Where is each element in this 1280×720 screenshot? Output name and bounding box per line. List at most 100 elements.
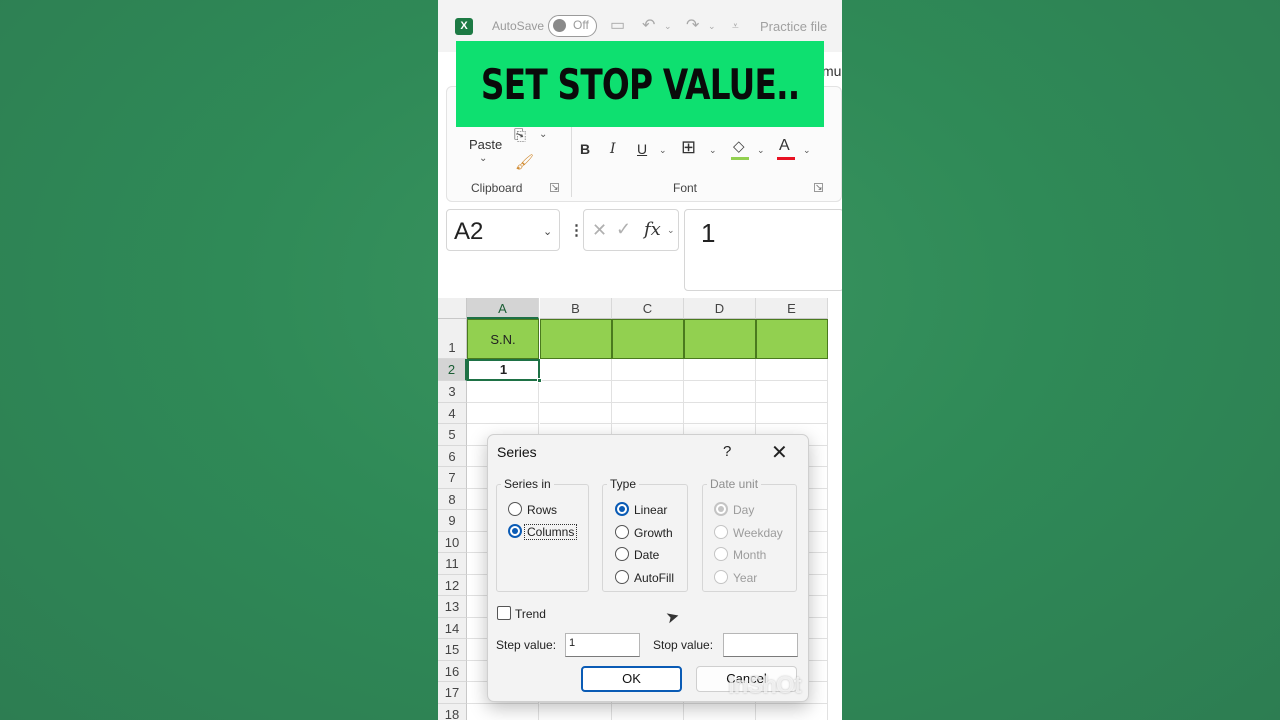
row-header-1[interactable]: 1: [438, 319, 467, 359]
ribbon-tab-fragment[interactable]: mu: [822, 63, 841, 79]
bold-button[interactable]: B: [580, 141, 590, 157]
fill-handle[interactable]: [537, 378, 542, 383]
cell-a18[interactable]: [467, 703, 539, 720]
column-header-c[interactable]: C: [612, 298, 684, 319]
row-header-16[interactable]: 16: [438, 660, 467, 682]
row-header-7[interactable]: 7: [438, 467, 467, 489]
header-cell-a1[interactable]: S.N.: [467, 319, 539, 359]
undo-icon[interactable]: ↶: [642, 15, 655, 35]
close-button[interactable]: ✕: [771, 440, 788, 465]
confirm-entry-icon[interactable]: ✓: [616, 219, 631, 240]
row-header-12[interactable]: 12: [438, 574, 467, 596]
save-icon[interactable]: ▭: [610, 15, 625, 35]
row-header-14[interactable]: 14: [438, 617, 467, 639]
cell-d2[interactable]: [684, 359, 756, 381]
cancel-entry-icon[interactable]: ✕: [592, 220, 607, 241]
rows-label[interactable]: Rows: [527, 503, 557, 517]
cell-d4[interactable]: [684, 402, 756, 424]
copy-chevron-icon[interactable]: ⌄: [539, 129, 547, 140]
cell-b18[interactable]: [540, 703, 612, 720]
italic-button[interactable]: I: [610, 141, 616, 157]
header-cell-c1[interactable]: [612, 319, 684, 359]
row-header-18[interactable]: 18: [438, 703, 467, 720]
date-radio[interactable]: [615, 547, 629, 561]
growth-label[interactable]: Growth: [634, 526, 673, 540]
cell-e2[interactable]: [756, 359, 828, 381]
column-header-e[interactable]: E: [756, 298, 828, 319]
copy-icon[interactable]: ⎘: [514, 127, 526, 144]
header-cell-d1[interactable]: [684, 319, 756, 359]
stop-value-input[interactable]: [723, 633, 798, 657]
row-header-3[interactable]: 3: [438, 381, 467, 403]
row-header-11[interactable]: 11: [438, 553, 467, 575]
paste-chevron-icon[interactable]: ⌄: [479, 153, 487, 164]
formula-input[interactable]: 1: [684, 209, 842, 291]
cell-e18[interactable]: [756, 703, 828, 720]
columns-radio[interactable]: [508, 524, 522, 538]
font-color-icon[interactable]: A: [779, 137, 790, 155]
row-header-15[interactable]: 15: [438, 639, 467, 661]
autofill-radio[interactable]: [615, 570, 629, 584]
header-cell-b1[interactable]: [540, 319, 612, 359]
row-header-2[interactable]: 2: [438, 359, 467, 381]
cell-c3[interactable]: [612, 381, 684, 403]
insert-function-button[interactable]: fx: [644, 219, 661, 240]
fill-color-chevron-icon[interactable]: ⌄: [757, 145, 765, 156]
linear-radio[interactable]: [615, 502, 629, 516]
cell-e4[interactable]: [756, 402, 828, 424]
underline-button[interactable]: U: [637, 141, 647, 157]
paste-button[interactable]: Paste: [469, 137, 502, 152]
row-header-6[interactable]: 6: [438, 445, 467, 467]
redo-chevron-icon[interactable]: ⌄: [708, 21, 716, 32]
clipboard-launcher-icon[interactable]: ↘: [550, 183, 559, 192]
active-cell-a2[interactable]: 1: [467, 359, 540, 381]
cell-d18[interactable]: [684, 703, 756, 720]
column-header-b[interactable]: B: [540, 298, 612, 319]
cell-d3[interactable]: [684, 381, 756, 403]
row-header-5[interactable]: 5: [438, 424, 467, 446]
help-button[interactable]: ?: [723, 443, 731, 460]
font-color-chevron-icon[interactable]: ⌄: [803, 145, 811, 156]
underline-chevron-icon[interactable]: ⌄: [659, 145, 667, 156]
name-box[interactable]: A2 ⌄: [446, 209, 560, 251]
function-chevron-icon[interactable]: ⌄: [667, 225, 675, 236]
font-launcher-icon[interactable]: ↘: [814, 183, 823, 192]
trend-checkbox[interactable]: [497, 606, 511, 620]
name-box-chevron-icon[interactable]: ⌄: [543, 225, 552, 238]
linear-label[interactable]: Linear: [634, 503, 667, 517]
fill-color-icon[interactable]: ◇: [733, 137, 745, 155]
columns-label[interactable]: Columns: [524, 524, 578, 540]
date-label[interactable]: Date: [634, 548, 659, 562]
cell-a4[interactable]: [467, 402, 539, 424]
redo-icon[interactable]: ↷: [686, 15, 699, 35]
step-value-input[interactable]: 1: [565, 633, 640, 657]
row-header-4[interactable]: 4: [438, 402, 467, 424]
undo-chevron-icon[interactable]: ⌄: [664, 21, 672, 32]
borders-chevron-icon[interactable]: ⌄: [709, 145, 717, 156]
row-header-8[interactable]: 8: [438, 488, 467, 510]
borders-icon[interactable]: ⊞: [681, 137, 696, 158]
cell-c18[interactable]: [612, 703, 684, 720]
cell-c4[interactable]: [612, 402, 684, 424]
row-header-17[interactable]: 17: [438, 682, 467, 704]
trend-label[interactable]: Trend: [515, 607, 546, 621]
ok-button[interactable]: OK: [581, 666, 682, 692]
autosave-toggle[interactable]: Off: [548, 15, 597, 37]
rows-radio[interactable]: [508, 502, 522, 516]
row-header-9[interactable]: 9: [438, 510, 467, 532]
customize-toolbar-icon[interactable]: ⩡: [732, 19, 739, 34]
cell-b2[interactable]: [540, 359, 612, 381]
more-options-icon[interactable]: ⋮: [569, 221, 584, 239]
header-cell-e1[interactable]: [756, 319, 828, 359]
column-header-a[interactable]: A: [467, 298, 539, 319]
growth-radio[interactable]: [615, 525, 629, 539]
cell-a3[interactable]: [467, 381, 539, 403]
column-header-d[interactable]: D: [684, 298, 756, 319]
format-painter-icon[interactable]: 🖌: [515, 153, 534, 171]
cell-b3[interactable]: [540, 381, 612, 403]
row-header-10[interactable]: 10: [438, 531, 467, 553]
select-all-corner[interactable]: [438, 298, 467, 319]
row-header-13[interactable]: 13: [438, 596, 467, 618]
cell-e3[interactable]: [756, 381, 828, 403]
autofill-label[interactable]: AutoFill: [634, 571, 674, 585]
